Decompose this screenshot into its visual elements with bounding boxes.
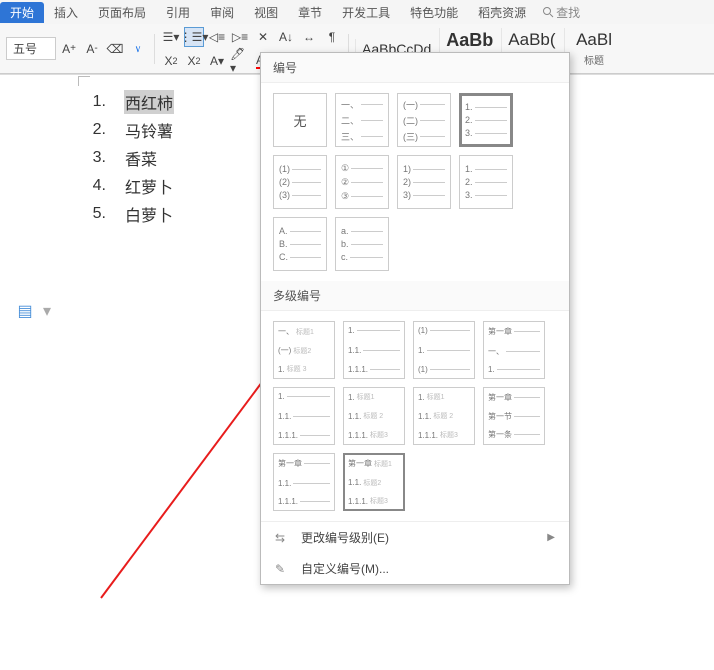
clear-button[interactable]: ✕ [253, 27, 273, 47]
tab-feature[interactable]: 特色功能 [400, 2, 468, 23]
sort-button[interactable]: A↓ [276, 27, 296, 47]
bullets-button[interactable]: ☰▾ [161, 27, 181, 47]
multilevel-option[interactable]: 1.标题11.1.标题 21.1.1.标题3 [413, 387, 475, 445]
increase-font-button[interactable]: A+ [59, 39, 79, 59]
search-label: 查找 [556, 4, 580, 21]
list-text: 白萝卜 [124, 202, 174, 226]
search-icon [542, 6, 554, 18]
side-icons: ▤ ▾ [16, 302, 56, 320]
superscript-button[interactable]: X2 [161, 51, 181, 71]
list-text: 马铃薯 [124, 118, 174, 142]
tab-chapter[interactable]: 章节 [288, 2, 332, 23]
list-number: 2. [80, 121, 106, 139]
list-number: 1. [80, 93, 106, 111]
style-title[interactable]: AaBl 标题 [564, 28, 624, 69]
panel-footer: ⇆ 更改编号级别(E) ▶ ✎ 自定义编号(M)... [261, 521, 569, 584]
decrease-font-button[interactable]: A- [82, 39, 102, 59]
multilevel-option[interactable]: 第一章1.1.1.1.1. [273, 453, 335, 511]
list-text: 西红柿 [124, 90, 174, 114]
show-marks-button[interactable]: ¶ [322, 27, 342, 47]
tab-reference[interactable]: 引用 [156, 2, 200, 23]
custom-numbering-item[interactable]: ✎ 自定义编号(M)... [261, 553, 569, 584]
numbering-button[interactable]: ⋮☰▾ [184, 27, 204, 47]
text-effects-button[interactable]: A▾ [207, 51, 227, 71]
font-size-select[interactable]: 五号 [6, 37, 56, 60]
style-sample: AaBb( [508, 30, 555, 50]
pencil-icon: ✎ [275, 562, 291, 576]
multilevel-option[interactable]: 1.标题11.1.标题 21.1.1.标题3 [343, 387, 405, 445]
multilevel-option[interactable]: 第一章标题11.1.标题21.1.1.标题3 [343, 453, 405, 511]
multilevel-option[interactable]: 第一章一、1. [483, 321, 545, 379]
numbering-option[interactable]: 1)2)3) [397, 155, 451, 209]
highlight-button[interactable]: 🖊▾ [230, 51, 250, 71]
numbering-grid: 无一、二、三、(一)(二)(三)1.2.3. (1)(2)(3)①②③1)2)3)… [261, 83, 569, 281]
change-level-item[interactable]: ⇆ 更改编号级别(E) ▶ [261, 522, 569, 553]
multilevel-grid: 一、标题1(一)标题21.标题 31.1.1.1.1.1.(1)1.(1)第一章… [261, 311, 569, 521]
style-sample: AaBb [446, 30, 493, 51]
list-text: 香菜 [124, 146, 158, 170]
increase-indent-button[interactable]: ▷≡ [230, 27, 250, 47]
subscript-button[interactable]: X2 [184, 51, 204, 71]
multilevel-option[interactable]: 1.1.1.1.1.1. [273, 387, 335, 445]
align-button[interactable]: ↔ [299, 27, 319, 47]
change-level-icon: ⇆ [275, 531, 291, 545]
numbering-option[interactable]: (一)(二)(三) [397, 93, 451, 147]
paragraph-icon[interactable]: ▤ [16, 302, 34, 320]
custom-numbering-label: 自定义编号(M)... [301, 560, 389, 577]
tab-view[interactable]: 视图 [244, 2, 288, 23]
list-text: 红萝卜 [124, 174, 174, 198]
tab-insert[interactable]: 插入 [44, 2, 88, 23]
chevron-right-icon: ▶ [547, 532, 555, 543]
multilevel-option[interactable]: 一、标题1(一)标题21.标题 3 [273, 321, 335, 379]
change-level-label: 更改编号级别(E) [301, 529, 389, 546]
multilevel-option[interactable]: (1)1.(1) [413, 321, 475, 379]
phonetic-button[interactable]: ᥎ [128, 39, 148, 59]
numbering-option[interactable]: (1)(2)(3) [273, 155, 327, 209]
tab-docer[interactable]: 稻壳资源 [468, 2, 536, 23]
tab-developer[interactable]: 开发工具 [332, 2, 400, 23]
numbering-option[interactable]: ①②③ [335, 155, 389, 209]
numbering-option[interactable]: 一、二、三、 [335, 93, 389, 147]
clear-format-button[interactable]: ⌫ [105, 39, 125, 59]
tab-layout[interactable]: 页面布局 [88, 2, 156, 23]
caret-icon[interactable]: ▾ [38, 302, 56, 320]
numbering-dropdown: 编号 无一、二、三、(一)(二)(三)1.2.3. (1)(2)(3)①②③1)2… [260, 52, 570, 585]
tab-review[interactable]: 审阅 [200, 2, 244, 23]
numbering-section-header: 编号 [261, 53, 569, 83]
multilevel-section-header: 多级编号 [261, 281, 569, 311]
style-sample: AaBl [576, 30, 612, 50]
numbering-option[interactable]: 无 [273, 93, 327, 147]
style-label: 标题 [584, 52, 604, 67]
tab-start[interactable]: 开始 [0, 2, 44, 23]
ribbon-tabs: 开始 插入 页面布局 引用 审阅 视图 章节 开发工具 特色功能 稻壳资源 查找 [0, 0, 714, 24]
numbering-option[interactable]: A.B.C. [273, 217, 327, 271]
list-number: 5. [80, 205, 106, 223]
ruler-corner [78, 76, 90, 86]
list-number: 3. [80, 149, 106, 167]
list-number: 4. [80, 177, 106, 195]
decrease-indent-button[interactable]: ◁≡ [207, 27, 227, 47]
numbering-option[interactable]: a.b.c. [335, 217, 389, 271]
numbering-option[interactable]: 1.2.3. [459, 155, 513, 209]
search-box[interactable]: 查找 [542, 4, 580, 21]
multilevel-option[interactable]: 1.1.1.1.1.1. [343, 321, 405, 379]
multilevel-option[interactable]: 第一章第一节第一条 [483, 387, 545, 445]
numbering-option[interactable]: 1.2.3. [459, 93, 513, 147]
